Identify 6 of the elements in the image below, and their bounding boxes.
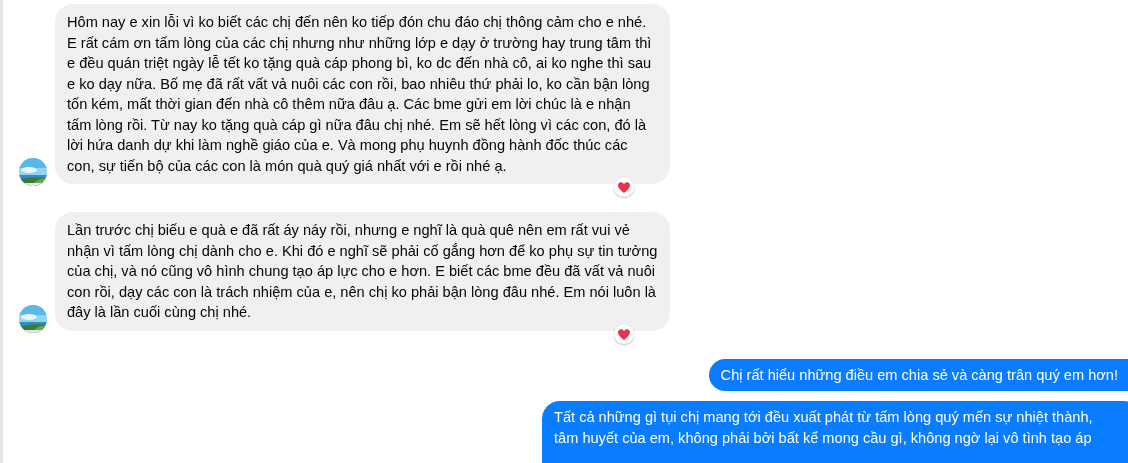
message-text: Tất cả những gì tụi chị mang tới đều xuất phát từ tấm lòng quý mến sự nhiệt thành, tâm huyết của em, không phải bởi bất kể mong cầu gì, không ngờ lại vô tình tạo áp bbox=[554, 408, 1094, 448]
heart-reaction-icon[interactable] bbox=[614, 323, 634, 344]
heart-reaction-icon[interactable] bbox=[614, 177, 634, 197]
message-text: Hôm nay e xin lỗi vì ko biết các chị đến nên ko tiếp đón chu đáo chị thông cảm cho e nhé. E rất cám ơn tấm lòng của các chị nhưng như những lớp e dạy ở trường hay trung tâm thì e đều quán triệt ngày lễ tết ko tặng quà cáp phong bì, ko dc đến nhà cô, ai ko nghe thì sau e ko dạy nữa. Bố mẹ đã rất vất vả nuôi các con rồi, bao nhiêu thứ phải lo, ko cần bận lòng tốn kém, mất thời gian đến nhà cô thêm nữa đâu ạ. Các bme gửi em lời chúc là e nhận tấm lòng rồi. Từ nay ko tặng quà cáp gì nữa đâu chị nhé. Em sẽ hết lòng vì các con, đó là lời hứa danh dự khi làm nghề giáo của e. Và mong phụ huynh đồng hành đốc thúc các con, sự tiến bộ của các con là món quà quý giá nhất với e rồi nhé ạ. bbox=[67, 13, 653, 176]
message-text: Lần trước chị biếu e quà e đã rất áy náy rồi, nhưng e nghĩ là quà quê nên em rất vui vẻ nhận vì tấm lòng chị dành cho e. Khi đó e nghĩ sẽ phải cố gắng hơn để ko phụ sự tin tưởng của chị, và nó cũng vô hình chung tạo áp lực cho e hơn. E biết các bme đều đã vất vả nuôi con rồi, dạy các con là trách nhiệm của e, nên chị ko phải bận lòng đâu nhé. Em nói luôn là đây là lần cuối cùng chị nhé. bbox=[67, 221, 658, 322]
message-text: Chị rất hiểu những điều em chia sẻ và càng trân quý em hơn! bbox=[720, 365, 1118, 385]
